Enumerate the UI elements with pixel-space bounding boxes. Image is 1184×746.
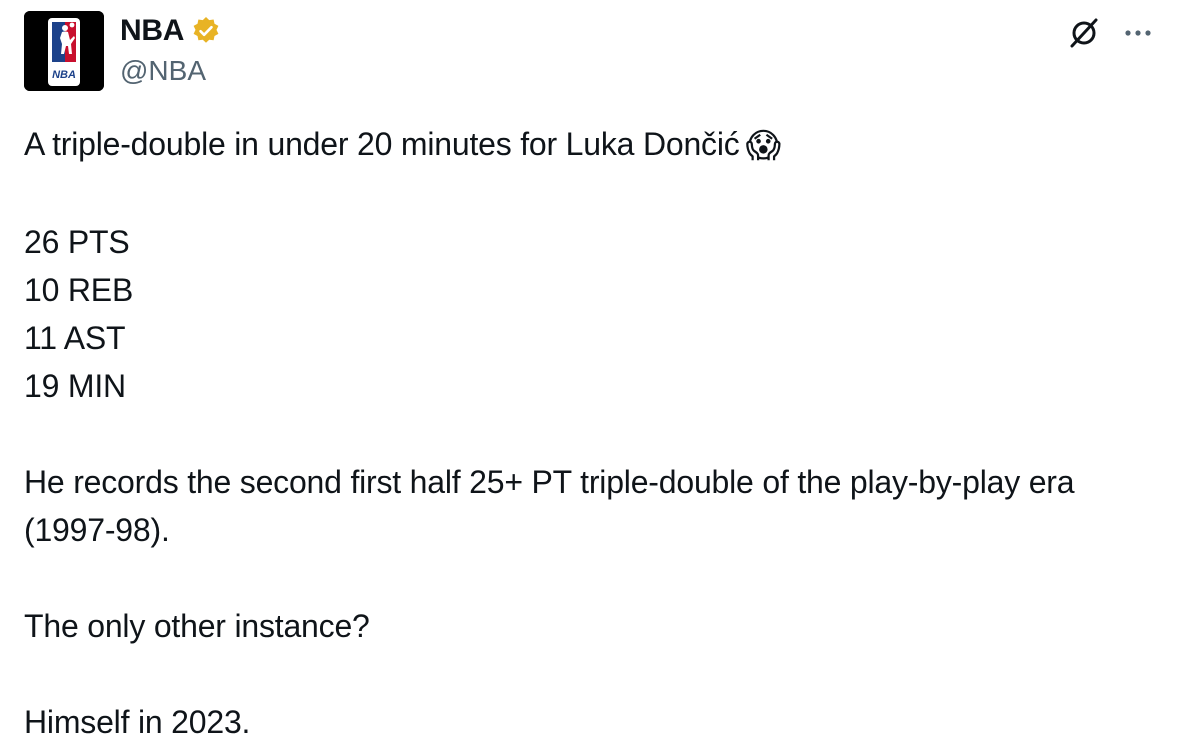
account-names: NBA @NBA [120,11,222,91]
display-name-row: NBA [120,11,222,51]
stat-line-rebounds: 10 REB [24,272,134,308]
stat-line-minutes: 19 MIN [24,368,126,404]
grok-icon[interactable] [1066,15,1102,51]
tweet-paragraph-answer: Himself in 2023. [24,704,251,740]
tweet-line-headline: A triple-double in under 20 minutes for … [24,120,1164,170]
stat-line-points: 26 PTS [24,224,130,260]
tweet-text: A triple-double in under 20 minutes for … [24,120,1164,746]
verified-badge-icon [193,17,219,43]
stat-line-assists: 11 AST [24,320,126,356]
avatar[interactable]: NBA [24,11,104,91]
more-dots-icon[interactable] [1120,17,1156,49]
logo-wordmark: NBA [52,69,76,81]
display-name[interactable]: NBA [120,11,184,51]
nba-logo-icon: NBA [24,11,104,91]
tweet-paragraph-record: He records the second first half 25+ PT … [24,464,1075,548]
tweet-paragraph-question: The only other instance? [24,608,370,644]
screaming-face-emoji: 😱 [745,126,781,166]
headline-text: A triple-double in under 20 minutes for … [24,126,740,162]
tweet-header: NBA NBA @NBA [24,11,1160,91]
account-handle[interactable]: @NBA [120,51,222,91]
